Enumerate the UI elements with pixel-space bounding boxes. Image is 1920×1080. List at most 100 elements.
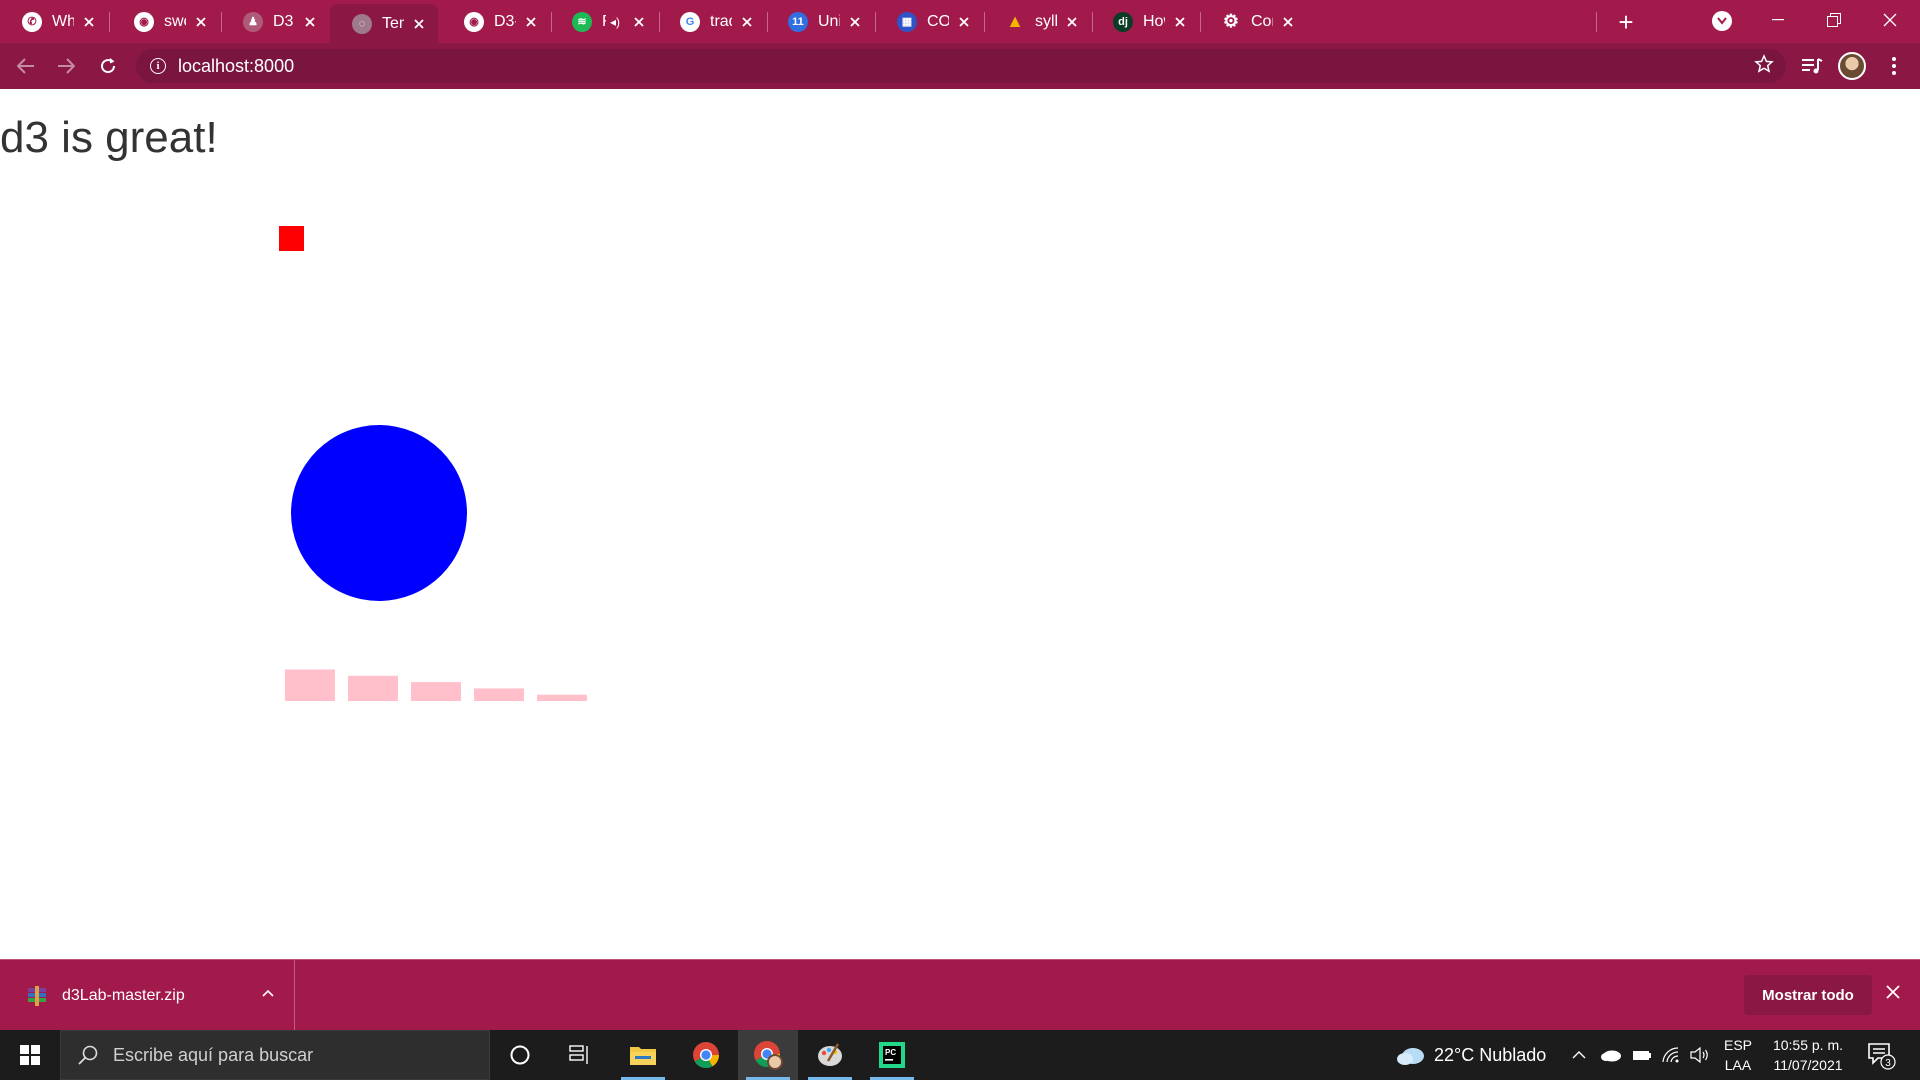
restore-icon — [1827, 13, 1841, 27]
pycharm-icon: PC — [879, 1042, 905, 1068]
media-control-button[interactable] — [1798, 52, 1826, 80]
clock-time: 10:55 p. m. — [1772, 1037, 1844, 1053]
onedrive-tray-icon[interactable] — [1600, 1030, 1622, 1080]
more-vertical-icon — [1892, 57, 1896, 75]
pink-bar — [348, 675, 398, 701]
bars-group — [285, 669, 587, 701]
tab-close-icon[interactable] — [738, 13, 756, 31]
browser-toolbar: i localhost:8000 — [0, 43, 1920, 89]
audio-playing-icon[interactable]: ◂) — [610, 15, 620, 29]
show-all-downloads-button[interactable]: Mostrar todo — [1744, 975, 1872, 1015]
browser-tab[interactable]: ✆ WhatsA — [0, 4, 108, 39]
pycharm-taskbar-button[interactable]: PC — [862, 1030, 922, 1080]
chrome-icon — [693, 1042, 720, 1069]
tab-close-icon[interactable] — [80, 13, 98, 31]
tab-close-icon[interactable] — [1171, 13, 1189, 31]
browser-tab[interactable]: ▦ COM 13 — [875, 4, 983, 39]
paint-taskbar-button[interactable] — [800, 1030, 860, 1080]
browser-tab[interactable]: ◉ swoolfo — [112, 4, 220, 39]
close-window-button[interactable] — [1868, 2, 1912, 38]
tab-close-icon[interactable] — [192, 13, 210, 31]
chrome-profile-icon — [754, 1041, 783, 1070]
browser-tab[interactable]: ◉ D3-Lab/ — [442, 4, 550, 39]
tab-title: COM 13 — [927, 12, 949, 30]
task-view-button[interactable] — [550, 1030, 610, 1080]
browser-tab[interactable]: 11 Universi — [766, 4, 874, 39]
wifi-tray-icon[interactable] — [1662, 1030, 1682, 1080]
download-file-name: d3Lab-master.zip — [62, 986, 185, 1004]
browser-tab[interactable]: ≋ Fan ◂) — [550, 4, 658, 39]
globe-icon: ◌ — [352, 13, 372, 34]
tab-separator — [109, 12, 110, 32]
keyboard-layout: LAA — [1724, 1057, 1752, 1073]
tab-close-icon[interactable] — [301, 13, 319, 31]
screen: ✆ WhatsA ◉ swoolfo ♟ D3 Labs ◌ Templat ◉ D3-Lab/ ≋… — [0, 0, 1920, 1080]
arrow-left-icon — [17, 58, 34, 74]
browser-tab[interactable]: ▲ syllabus — [983, 4, 1091, 39]
battery-icon — [1633, 1051, 1651, 1060]
download-options-chevron-icon[interactable] — [262, 984, 274, 1002]
reload-button[interactable] — [94, 52, 122, 80]
weather-widget[interactable]: 22°C Nublado — [1396, 1030, 1546, 1080]
battery-tray-icon[interactable] — [1632, 1030, 1652, 1080]
taskbar-search[interactable]: Escribe aquí para buscar — [60, 1030, 490, 1080]
chrome-profile-taskbar-button[interactable] — [738, 1030, 798, 1080]
tab-close-icon[interactable] — [630, 13, 648, 31]
new-tab-button[interactable]: + — [1612, 7, 1640, 37]
tab-title: swoolfo — [164, 12, 186, 30]
close-download-bar-button[interactable] — [1886, 982, 1900, 1005]
volume-tray-icon[interactable] — [1690, 1030, 1712, 1080]
cortana-button[interactable] — [490, 1030, 550, 1080]
tab-title: syllabus — [1035, 12, 1057, 30]
tab-title: How to — [1143, 12, 1165, 30]
task-view-icon — [569, 1045, 588, 1064]
gear-icon: ⚙ — [1222, 11, 1240, 31]
github-icon: ◉ — [134, 11, 154, 32]
file-explorer-taskbar-button[interactable] — [613, 1030, 673, 1080]
forward-button[interactable] — [52, 52, 80, 80]
red-square — [279, 226, 304, 251]
browser-tab[interactable]: ♟ D3 Labs — [221, 4, 329, 39]
browser-tab[interactable]: ⚙ Configu — [1199, 4, 1307, 39]
show-hidden-icons-button[interactable] — [1572, 1030, 1590, 1080]
tab-title: D3 Labs — [273, 12, 295, 30]
menu-button[interactable] — [1880, 52, 1908, 80]
minimize-button[interactable] — [1756, 2, 1800, 38]
system-clock[interactable]: 10:55 p. m. 11/07/2021 — [1764, 1035, 1852, 1075]
tab-close-icon[interactable] — [1279, 13, 1297, 31]
search-icon — [78, 1045, 98, 1065]
browser-tab[interactable]: ◌ Templat — [330, 4, 438, 43]
restore-button[interactable] — [1812, 2, 1856, 38]
speaker-icon — [1690, 1047, 1708, 1063]
profile-avatar[interactable] — [1838, 52, 1866, 80]
address-bar[interactable]: i localhost:8000 — [136, 49, 1786, 83]
spotify-icon: ≋ — [572, 11, 592, 32]
input-language-indicator[interactable]: ESP LAA — [1720, 1035, 1756, 1075]
tab-close-icon[interactable] — [410, 15, 428, 33]
blue-circle — [291, 425, 467, 601]
start-button[interactable] — [0, 1030, 60, 1080]
chrome-taskbar-button[interactable] — [676, 1030, 736, 1080]
tab-close-icon[interactable] — [846, 13, 864, 31]
browser-tab[interactable]: Gtraducto — [658, 4, 766, 39]
pink-bar — [285, 669, 335, 701]
chevron-up-icon — [1572, 1051, 1586, 1059]
paint-palette-icon — [818, 1043, 842, 1066]
notification-center-button[interactable]: 3 — [1866, 1040, 1896, 1070]
tab-close-icon[interactable] — [955, 13, 973, 31]
tab-close-icon[interactable] — [522, 13, 540, 31]
bookmark-star-icon[interactable] — [1754, 54, 1774, 80]
playlist-icon — [1802, 58, 1823, 74]
web-page: d3 is great! — [0, 89, 1920, 959]
close-icon — [1883, 13, 1897, 27]
classroom-icon: ▦ — [897, 11, 917, 32]
info-icon[interactable]: i — [150, 58, 166, 74]
browser-tab[interactable]: dj How to — [1091, 4, 1199, 39]
download-item[interactable]: d3Lab-master.zip — [0, 960, 295, 1031]
download-bar: d3Lab-master.zip Mostrar todo — [0, 959, 1920, 1031]
tab-separator — [1596, 12, 1597, 32]
tab-search-button[interactable] — [1712, 11, 1732, 31]
tab-close-icon[interactable] — [1063, 13, 1081, 31]
pink-bar — [537, 694, 587, 701]
back-button[interactable] — [12, 52, 40, 80]
